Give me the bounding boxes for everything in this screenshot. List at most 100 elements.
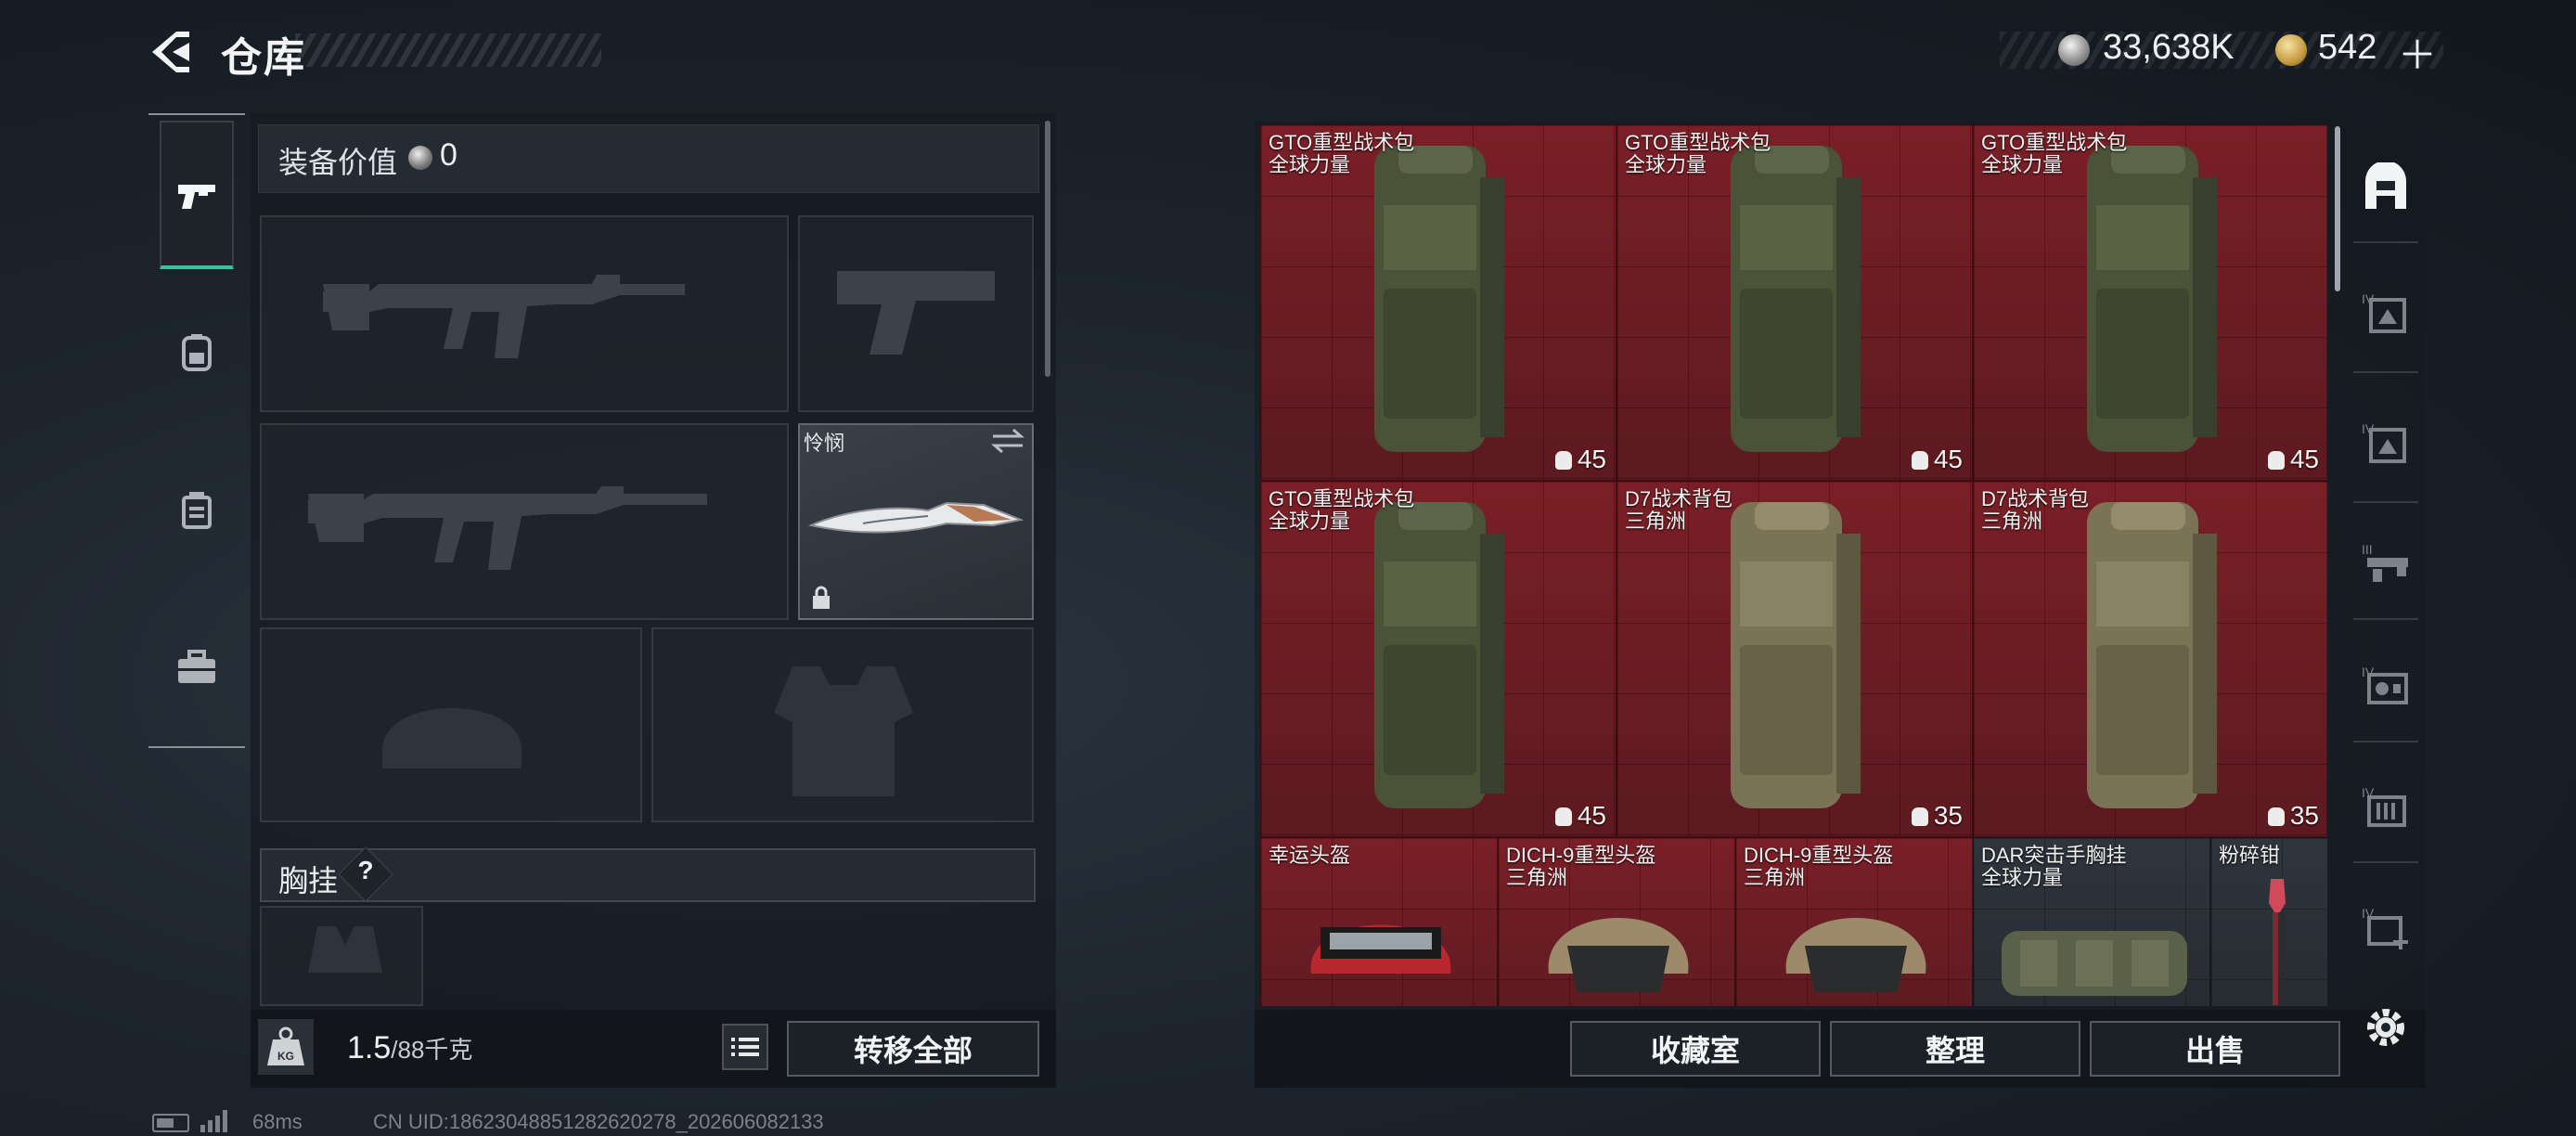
capacity-icon	[1911, 451, 1928, 470]
stash-home-tab[interactable]	[2355, 158, 2416, 219]
svg-text:III: III	[2362, 542, 2373, 557]
gold-currency-value: 542	[2318, 28, 2377, 67]
stash-item[interactable]: D7战术背包 三角洲 35	[1616, 481, 1973, 837]
pliers-icon	[2269, 879, 2286, 1005]
nav-divider	[2353, 741, 2418, 742]
silver-coin-icon	[2058, 34, 2090, 66]
stash-page-tab[interactable]: IV	[2355, 282, 2416, 343]
stash-item[interactable]: GTO重型战术包 全球力量 45	[1260, 124, 1616, 481]
equip-value-label: 装备价值	[278, 146, 398, 179]
capacity-icon	[1911, 807, 1928, 826]
weight-readout: 1.5/88千克	[347, 1030, 472, 1066]
helmet-slot[interactable]	[260, 627, 642, 822]
tab-armor[interactable]	[160, 436, 234, 585]
stash-page-icon: III	[2362, 542, 2408, 582]
secondary-weapon-slot[interactable]	[260, 423, 789, 620]
body-armor-slot[interactable]	[651, 627, 1034, 822]
stash-item[interactable]: DICH-9重型头盔 三角洲	[1735, 837, 1973, 1006]
capacity-icon	[2267, 807, 2285, 826]
item-source: 全球力量	[1269, 510, 1351, 533]
item-source: 全球力量	[1981, 153, 2064, 176]
vest-silhouette-icon	[774, 666, 913, 796]
help-icon[interactable]: ?	[353, 856, 379, 885]
lock-icon	[813, 586, 830, 609]
stash-page-tab[interactable]: IV	[2355, 655, 2416, 716]
chest-rig-silhouette-icon	[308, 926, 382, 973]
sort-button[interactable]: 整理	[1830, 1021, 2080, 1077]
stash-page-tab[interactable]: IV	[2355, 412, 2416, 473]
item-name: GTO重型战术包	[1269, 131, 1415, 154]
item-source: 三角洲	[1506, 866, 1568, 889]
stash-page-icon: IV	[2362, 291, 2406, 333]
item-name: DICH-9重型头盔	[1744, 844, 1894, 867]
add-currency-button[interactable]: ＋	[2398, 24, 2437, 81]
item-name: GTO重型战术包	[1981, 131, 2128, 154]
silver-currency-value: 33,638K	[2103, 28, 2235, 67]
transfer-all-button[interactable]: 转移全部	[787, 1021, 1039, 1077]
weight-current: 1.5	[347, 1030, 392, 1065]
stash-item[interactable]: GTO重型战术包 全球力量 45	[1616, 124, 1973, 481]
collection-room-button[interactable]: 收藏室	[1570, 1021, 1821, 1077]
stash-item[interactable]: DICH-9重型头盔 三角洲	[1498, 837, 1735, 1006]
pistol-silhouette-icon	[837, 271, 995, 355]
capacity-icon	[1554, 451, 1572, 470]
chest-rig-label: 胸挂	[278, 864, 339, 897]
item-name: 粉碎钳	[2219, 844, 2281, 867]
sell-button[interactable]: 出售	[2090, 1021, 2340, 1077]
backpack-icon	[2087, 502, 2217, 808]
tab-gear[interactable]	[160, 278, 234, 427]
battery-icon	[152, 1114, 189, 1132]
melee-name: 怜悯	[804, 432, 845, 455]
list-view-button[interactable]	[722, 1024, 768, 1070]
item-name: GTO重型战术包	[1269, 487, 1415, 510]
backpack-icon	[1374, 502, 1504, 808]
backpack-icon	[1731, 502, 1861, 808]
list-icon	[731, 1038, 759, 1056]
nav-divider	[2353, 371, 2418, 373]
stash-item[interactable]: 幸运头盔	[1260, 837, 1498, 1006]
helmet-icon	[1548, 918, 1689, 992]
stash-page-tab[interactable]: IV	[2355, 776, 2416, 837]
item-capacity: 35	[1911, 801, 1963, 831]
gear-icon[interactable]	[2361, 1002, 2411, 1052]
item-capacity: 45	[1554, 801, 1606, 831]
backpack-icon	[2087, 146, 2217, 452]
tab-weapons[interactable]	[160, 121, 234, 269]
equip-value: 0	[440, 137, 457, 173]
gold-coin-icon	[2275, 34, 2307, 66]
item-capacity: 45	[2267, 445, 2319, 474]
stash-item[interactable]: D7战术背包 三角洲 35	[1973, 481, 2327, 837]
weight-max: /88千克	[391, 1036, 473, 1064]
stash-item[interactable]: 粉碎钳	[2210, 837, 2327, 1006]
pistol-slot[interactable]	[798, 215, 1034, 412]
item-name: 幸运头盔	[1269, 844, 1351, 867]
item-source: 全球力量	[1625, 153, 1707, 176]
helmet-silhouette-icon	[382, 708, 522, 768]
weight-icon: KG	[258, 1019, 314, 1075]
stash-page-tab[interactable]: III	[2355, 533, 2416, 594]
svg-text:KG: KG	[277, 1050, 294, 1063]
back-arrow-icon[interactable]	[148, 28, 193, 76]
item-source: 三角洲	[1625, 510, 1687, 533]
primary-weapon-slot[interactable]	[260, 215, 789, 412]
add-stash-page-tab[interactable]: IV	[2355, 897, 2416, 958]
nav-divider	[2353, 501, 2418, 503]
backpack-icon	[1731, 146, 1861, 452]
stash-item[interactable]: GTO重型战术包 全球力量 45	[1973, 124, 2327, 481]
vest-icon	[182, 492, 212, 529]
stash-home-icon	[2365, 162, 2406, 209]
stash-item[interactable]: GTO重型战术包 全球力量 45	[1260, 481, 1616, 837]
item-name: DICH-9重型头盔	[1506, 844, 1656, 867]
signal-icon	[200, 1110, 227, 1132]
swap-icon[interactable]	[989, 427, 1026, 455]
title-decoration	[295, 33, 601, 67]
tab-tools[interactable]	[160, 594, 234, 742]
loadout-scrollbar[interactable]	[1045, 121, 1050, 377]
stash-scrollbar[interactable]	[2335, 126, 2340, 291]
page-title: 仓库	[221, 35, 306, 81]
item-source: 三角洲	[1981, 510, 2043, 533]
nav-divider	[2353, 618, 2418, 620]
stash-page-icon: IV	[2362, 785, 2406, 827]
stash-item[interactable]: DAR突击手胸挂 全球力量	[1973, 837, 2210, 1006]
chest-rig-slot[interactable]	[260, 906, 423, 1006]
